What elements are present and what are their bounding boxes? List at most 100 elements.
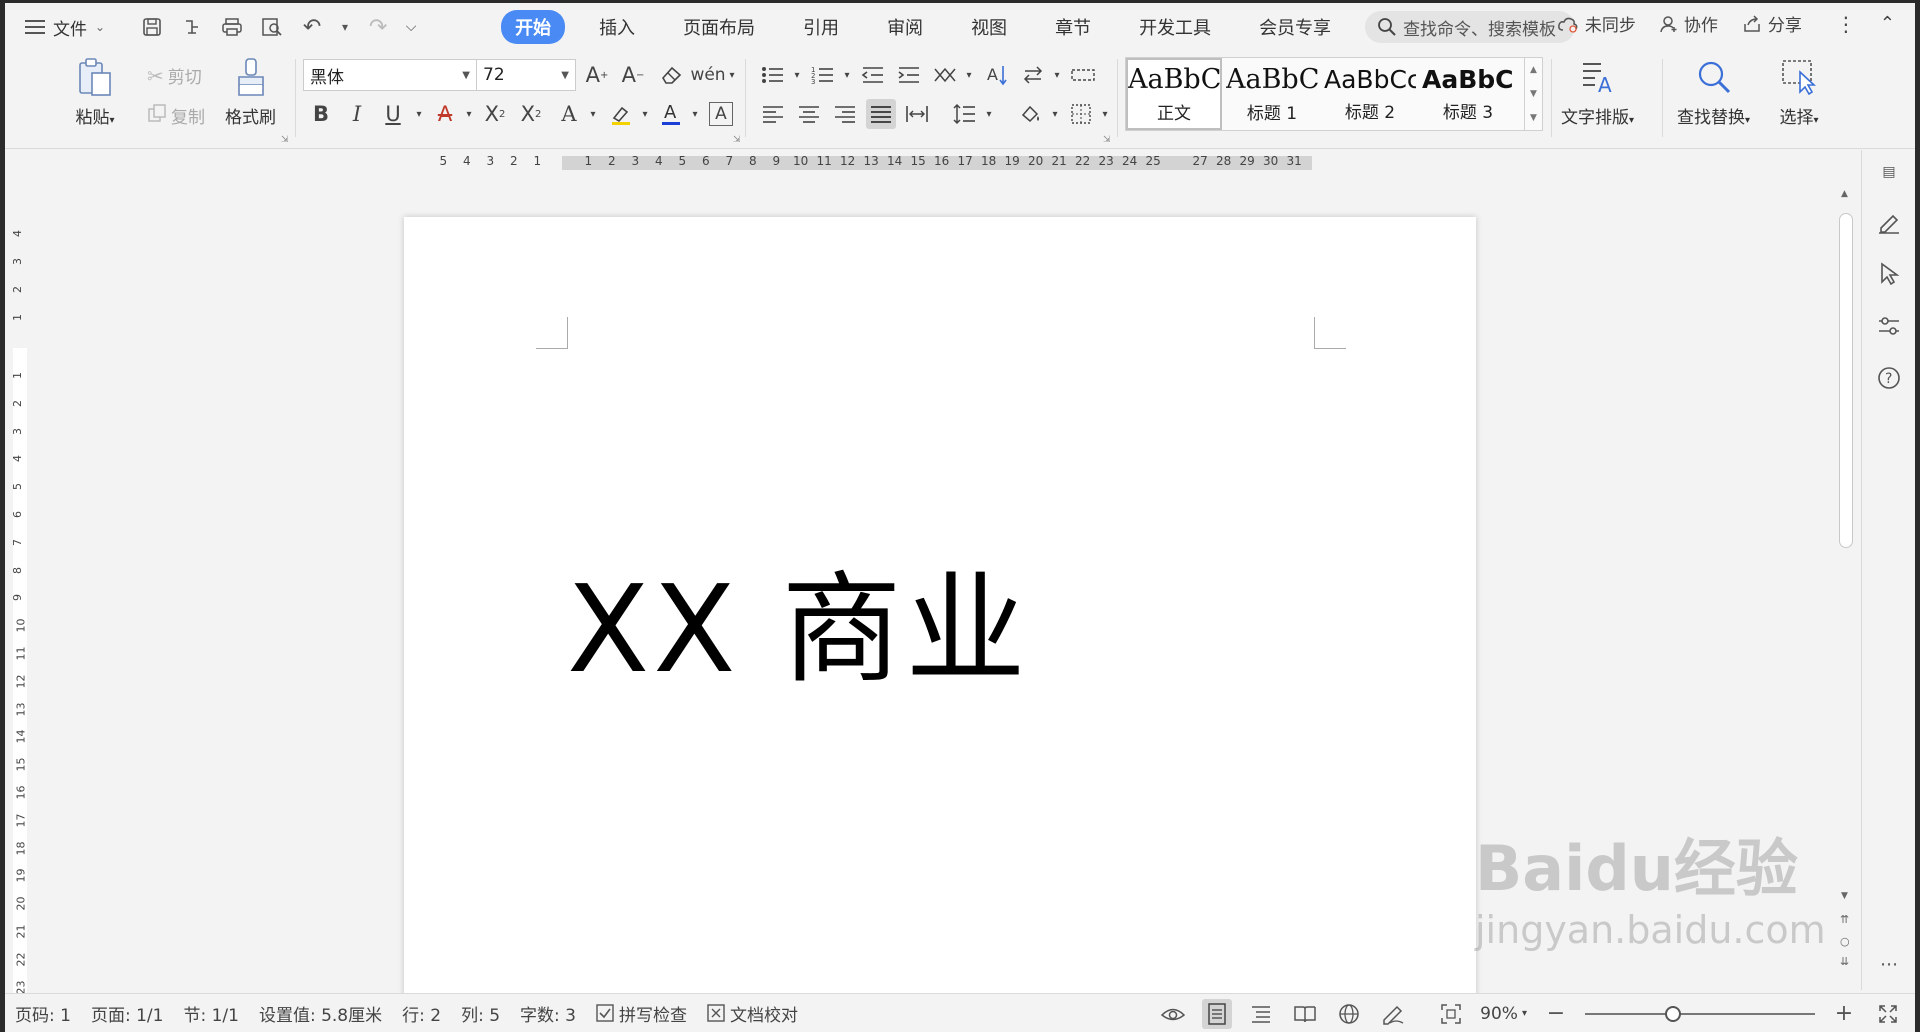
scroll-up-icon[interactable]: ▲ (1841, 189, 1848, 199)
tab-page-layout[interactable]: 页面布局 (669, 10, 769, 44)
more-icon[interactable]: ⋮ (1836, 12, 1856, 36)
scroll-down-icon[interactable]: ▼ (1841, 891, 1848, 901)
increase-indent-icon[interactable] (894, 60, 924, 90)
print-icon[interactable] (215, 10, 249, 44)
text-layout-button[interactable]: A 文字排版▾ (1561, 57, 1634, 128)
document-page[interactable]: XX 商业 (404, 217, 1476, 997)
expand-gallery-icon[interactable]: ▼ (1530, 113, 1537, 123)
chevron-down-icon[interactable]: ▾ (954, 60, 984, 90)
status-page[interactable]: 页面: 1/1 (81, 1001, 174, 1026)
align-center-icon[interactable] (794, 99, 824, 129)
horizontal-ruler[interactable]: 5 4 3 2 1 1 2 3 4 5 6 7 8 9 10 11 12 13 14 15 16 17 18 19 20 21 22… (5, 150, 1835, 174)
tab-developer[interactable]: 开发工具 (1125, 10, 1225, 44)
superscript-icon[interactable]: X2 (480, 99, 510, 129)
status-word-count[interactable]: 字数: 3 (510, 1001, 586, 1026)
sort-icon[interactable]: A (982, 60, 1012, 90)
bold-icon[interactable]: B (306, 99, 336, 129)
chevron-down-icon[interactable]: ▼ (1530, 89, 1537, 99)
tab-section[interactable]: 章节 (1041, 10, 1105, 44)
zoom-in-icon[interactable]: + (1829, 999, 1859, 1029)
zoom-out-icon[interactable]: − (1541, 999, 1571, 1029)
tab-member[interactable]: 会员专享 (1245, 10, 1345, 44)
status-section[interactable]: 节: 1/1 (173, 1001, 249, 1026)
tab-view[interactable]: 视图 (957, 10, 1021, 44)
find-replace-button[interactable]: 查找替换▾ (1677, 57, 1750, 128)
decrease-indent-icon[interactable] (858, 60, 888, 90)
command-search-box[interactable]: 查找命令、搜索模板 (1365, 11, 1576, 43)
fit-page-icon[interactable] (1436, 999, 1466, 1029)
more-options-icon[interactable]: ⋯ (1875, 950, 1903, 978)
file-menu[interactable]: 文件 ⌄ (5, 9, 121, 45)
vertical-scrollbar[interactable]: ▲ ▼ ⇈ ○ ⇊ (1835, 183, 1857, 983)
italic-icon[interactable]: I (342, 99, 372, 129)
styles-scroll[interactable]: ▲ ▼ ▼ (1524, 58, 1542, 130)
copy-button[interactable]: 复制 (147, 103, 205, 128)
style-heading-1[interactable]: AaBbCcD 标题 1 (1224, 58, 1320, 130)
next-page-icon[interactable]: ⇊ (1840, 955, 1849, 968)
select-browse-object-icon[interactable]: ○ (1840, 935, 1850, 948)
chevron-down-icon[interactable]: ▾ (717, 60, 747, 90)
document-title-text[interactable]: XX 商业 (567, 532, 1030, 706)
fullscreen-icon[interactable] (1873, 999, 1903, 1029)
style-heading-3[interactable]: AaBbCc 标题 3 (1420, 58, 1516, 130)
help-icon[interactable]: ? (1875, 364, 1903, 392)
group-launcher-icon[interactable]: ⇲ (1103, 135, 1111, 145)
tab-references[interactable]: 引用 (789, 10, 853, 44)
scroll-thumb[interactable] (1839, 213, 1853, 548)
page-view-icon[interactable] (1202, 998, 1233, 1029)
doc-proof-button[interactable]: 文档校对 (697, 1001, 808, 1026)
justify-icon[interactable] (866, 99, 896, 129)
sync-button[interactable]: 未同步 (1557, 11, 1636, 36)
font-size-select[interactable]: 72 ▼ (476, 59, 576, 91)
undo-dropdown-icon[interactable]: ▾ (335, 10, 355, 44)
export-icon[interactable] (175, 10, 209, 44)
align-left-icon[interactable] (758, 99, 788, 129)
collaborate-button[interactable]: 协作 (1660, 11, 1718, 36)
style-heading-2[interactable]: AaBbCc 标题 2 (1322, 58, 1418, 130)
chevron-up-icon[interactable]: ▲ (1530, 65, 1537, 75)
outline-view-icon[interactable] (1246, 999, 1276, 1029)
group-launcher-icon[interactable]: ⇲ (281, 135, 289, 145)
reading-view-icon[interactable] (1290, 999, 1320, 1029)
customize-toolbar-icon[interactable]: ⌵ (401, 10, 421, 44)
grow-font-icon[interactable]: A + (582, 60, 612, 90)
align-right-icon[interactable] (830, 99, 860, 129)
tab-review[interactable]: 审阅 (873, 10, 937, 44)
font-name-select[interactable]: 黑体 ▼ (303, 59, 477, 91)
shrink-font-icon[interactable]: A − (618, 60, 648, 90)
chevron-down-icon[interactable]: ▾ (578, 99, 608, 129)
status-page-code[interactable]: 页码: 1 (5, 1001, 81, 1026)
vertical-ruler[interactable]: 4 3 2 1 1 2 3 4 5 6 7 8 9 10 11 12 13 14 15 16 17 18 19 20 21 22 2… (10, 213, 28, 994)
zoom-slider-knob[interactable] (1665, 1005, 1681, 1022)
save-icon[interactable] (135, 10, 169, 44)
web-view-icon[interactable] (1334, 999, 1364, 1029)
chevron-down-icon[interactable]: ▾ (1090, 99, 1120, 129)
sidebar-toggle-icon[interactable]: ▤ (1875, 158, 1903, 186)
previous-page-icon[interactable]: ⇈ (1840, 913, 1849, 926)
eye-protection-icon[interactable] (1158, 999, 1188, 1029)
redo-icon[interactable]: ↷ (361, 10, 395, 44)
subscript-icon[interactable]: X2 (516, 99, 546, 129)
collapse-ribbon-icon[interactable]: ⌃ (1880, 13, 1895, 34)
chevron-down-icon[interactable]: ▾ (680, 99, 710, 129)
tab-home[interactable]: 开始 (501, 10, 566, 44)
tab-insert[interactable]: 插入 (585, 10, 649, 44)
cut-button[interactable]: ✂ 剪切 (147, 63, 202, 89)
style-normal[interactable]: AaBbCcD 正文 (1126, 58, 1222, 130)
paste-button[interactable]: 粘贴▾ (75, 57, 115, 128)
share-button[interactable]: 分享 (1742, 11, 1802, 36)
status-setting[interactable]: 设置值: 5.8厘米 (249, 1001, 392, 1026)
settings-sliders-icon[interactable] (1875, 312, 1903, 340)
format-painter-button[interactable]: 格式刷 (225, 57, 276, 128)
select-button[interactable]: 选择▾ (1779, 57, 1819, 128)
character-border-icon[interactable]: A (709, 102, 733, 126)
zoom-level[interactable]: 90% ▾ (1480, 1004, 1527, 1024)
distributed-align-icon[interactable] (902, 99, 932, 129)
tab-stops-icon[interactable] (1068, 60, 1098, 90)
pointer-icon[interactable] (1875, 260, 1903, 288)
zoom-slider[interactable] (1585, 1005, 1815, 1022)
write-view-icon[interactable] (1378, 999, 1408, 1029)
undo-icon[interactable]: ↶ (295, 10, 329, 44)
status-col[interactable]: 列: 5 (451, 1001, 510, 1026)
spell-check-button[interactable]: 拼写检查 (586, 1001, 697, 1026)
